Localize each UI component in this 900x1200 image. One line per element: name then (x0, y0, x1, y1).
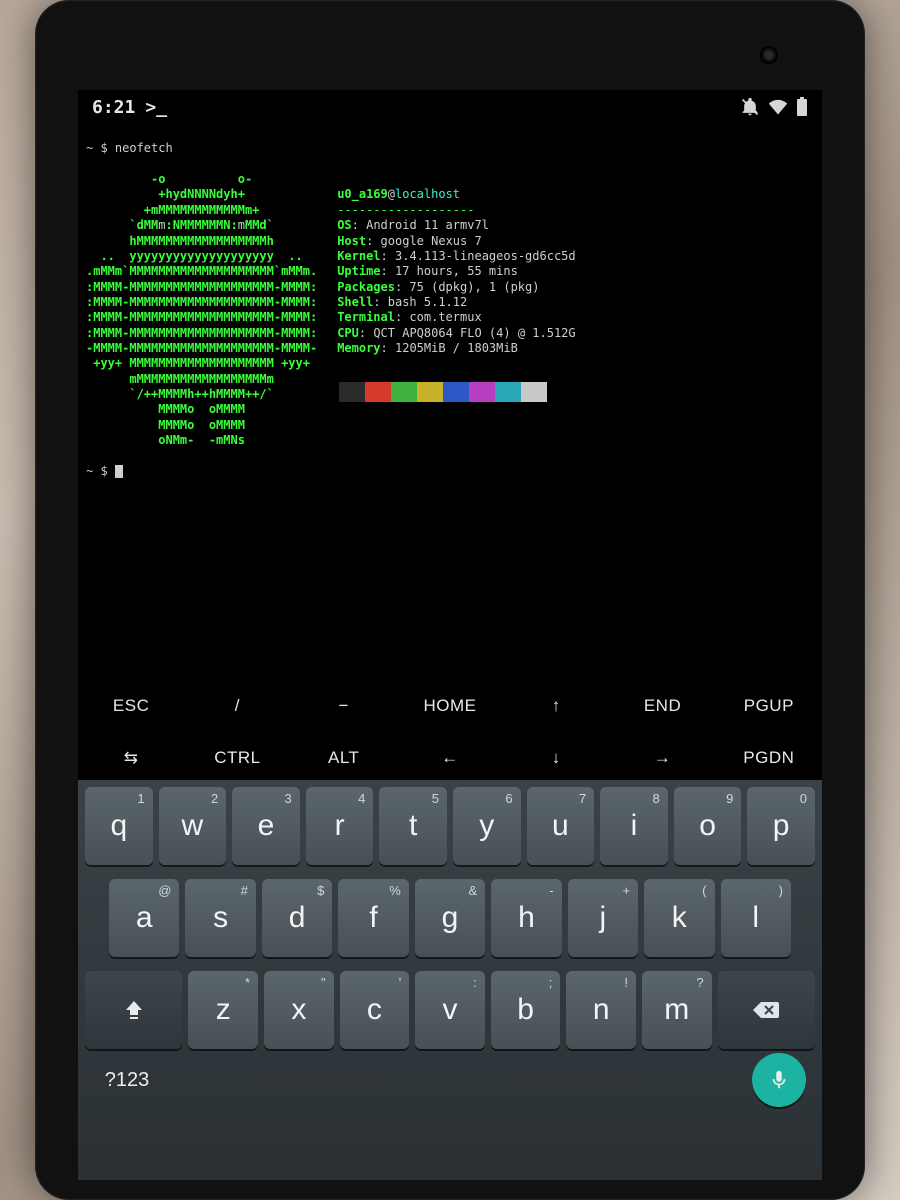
key-b[interactable]: ;b (491, 971, 561, 1049)
key-h[interactable]: -h (491, 879, 561, 957)
key-n[interactable]: !n (566, 971, 636, 1049)
key-g[interactable]: &g (415, 879, 485, 957)
extra-key-sym[interactable]: / (184, 680, 290, 732)
key-r[interactable]: 4r (306, 787, 374, 865)
termux-icon: >_ (145, 97, 167, 118)
extra-key-home[interactable]: HOME (397, 680, 503, 732)
tablet-frame: 6:21 >_ ~ $ neofetch -o o- +hydNNNNdyh+ … (35, 0, 865, 1200)
key-q[interactable]: 1q (85, 787, 153, 865)
extra-key-pgdn[interactable]: PGDN (716, 732, 822, 784)
info-row-packages: Packages: 75 (dpkg), 1 (pkg) (337, 280, 575, 295)
key-u[interactable]: 7u (527, 787, 595, 865)
key-f[interactable]: %f (338, 879, 408, 957)
key-z[interactable]: *z (188, 971, 258, 1049)
key-e[interactable]: 3e (232, 787, 300, 865)
palette-swatch (443, 382, 469, 402)
palette-swatch (417, 382, 443, 402)
palette-swatch (339, 382, 365, 402)
extra-key-sym[interactable]: ↓ (503, 732, 609, 784)
key-c[interactable]: 'c (340, 971, 410, 1049)
key-x[interactable]: "x (264, 971, 334, 1049)
info-row-memory: Memory: 1205MiB / 1803MiB (337, 341, 575, 356)
palette-swatch (495, 382, 521, 402)
info-row-cpu: CPU: QCT APQ8064 FLO (4) @ 1.512G (337, 326, 575, 341)
extra-key-pgup[interactable]: PGUP (716, 680, 822, 732)
info-row-host: Host: google Nexus 7 (337, 234, 575, 249)
extra-key-ctrl[interactable]: CTRL (184, 732, 290, 784)
extra-key-sym[interactable]: → (609, 732, 715, 784)
extra-key-esc[interactable]: ESC (78, 680, 184, 732)
screen: 6:21 >_ ~ $ neofetch -o o- +hydNNNNdyh+ … (78, 90, 822, 1180)
terminal-output[interactable]: ~ $ neofetch -o o- +hydNNNNdyh+ +mMMMMMM… (78, 124, 822, 503)
key-i[interactable]: 8i (600, 787, 668, 865)
key-j[interactable]: +j (568, 879, 638, 957)
info-user: u0_a169 (337, 187, 388, 201)
termux-extra-keys: ESC/−HOME↑ENDPGUP ⇆CTRLALT←↓→PGDN (78, 680, 822, 784)
key-m[interactable]: ?m (642, 971, 712, 1049)
key-voice-input[interactable] (752, 1053, 806, 1107)
key-y[interactable]: 6y (453, 787, 521, 865)
key-d[interactable]: $d (262, 879, 332, 957)
key-t[interactable]: 5t (379, 787, 447, 865)
info-row-os: OS: Android 11 armv7l (337, 218, 575, 233)
extra-key-sym[interactable]: ↑ (503, 680, 609, 732)
key-backspace[interactable] (718, 971, 815, 1049)
palette-swatch (391, 382, 417, 402)
key-a[interactable]: @a (109, 879, 179, 957)
extra-key-alt[interactable]: ALT (291, 732, 397, 784)
palette-swatch (365, 382, 391, 402)
info-row-kernel: Kernel: 3.4.113-lineageos-gd6cc5d (337, 249, 575, 264)
color-palette (339, 382, 575, 402)
extra-key-sym[interactable]: ⇆ (78, 732, 184, 784)
wifi-icon (768, 97, 788, 117)
info-row-uptime: Uptime: 17 hours, 55 mins (337, 264, 575, 279)
palette-swatch (469, 382, 495, 402)
info-row-terminal: Terminal: com.termux (337, 310, 575, 325)
soft-keyboard: 1q2w3e4r5t6y7u8i9o0p @a#s$d%f&g-h+j(k)l … (78, 780, 822, 1180)
neofetch-info: u0_a169@localhost ------------------- OS… (337, 172, 575, 448)
key-v[interactable]: :v (415, 971, 485, 1049)
extra-key-end[interactable]: END (609, 680, 715, 732)
key-w[interactable]: 2w (159, 787, 227, 865)
dnd-icon (740, 97, 760, 117)
info-row-shell: Shell: bash 5.1.12 (337, 295, 575, 310)
terminal-cursor (115, 465, 123, 478)
key-symbols[interactable]: ?123 (85, 1069, 169, 1092)
android-status-bar: 6:21 >_ (78, 90, 822, 124)
prompt-line-1: ~ $ neofetch (86, 141, 173, 155)
key-l[interactable]: )l (721, 879, 791, 957)
extra-key-sym[interactable]: ← (397, 732, 503, 784)
key-o[interactable]: 9o (674, 787, 742, 865)
android-ascii-logo: -o o- +hydNNNNdyh+ +mMMMMMMMMMMMMm+ `dMM… (86, 172, 317, 448)
status-time: 6:21 (92, 97, 135, 118)
key-shift[interactable] (85, 971, 182, 1049)
key-s[interactable]: #s (185, 879, 255, 957)
info-divider: ------------------- (337, 203, 474, 217)
tablet-camera (760, 46, 778, 64)
palette-swatch (521, 382, 547, 402)
key-p[interactable]: 0p (747, 787, 815, 865)
battery-icon (796, 97, 808, 117)
key-k[interactable]: (k (644, 879, 714, 957)
prompt-line-2: ~ $ (86, 464, 115, 478)
info-host: localhost (395, 187, 460, 201)
extra-key-sym[interactable]: − (291, 680, 397, 732)
